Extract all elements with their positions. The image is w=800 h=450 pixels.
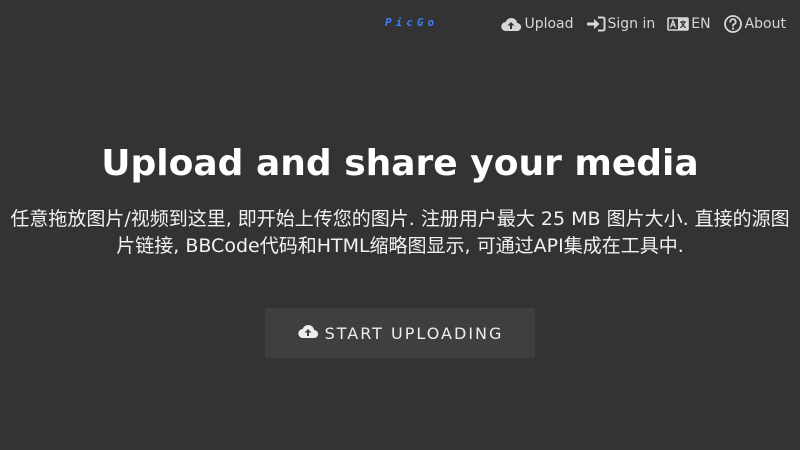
question-circle-icon [723, 14, 743, 34]
nav-about[interactable]: About [723, 14, 786, 34]
nav-upload-label: Upload [524, 16, 574, 32]
language-icon [667, 17, 690, 31]
nav-language[interactable]: EN [667, 16, 711, 32]
start-uploading-button[interactable]: START UPLOADING [265, 308, 535, 358]
logo[interactable]: PicGo [385, 16, 438, 29]
nav-signin-label: Sign in [607, 16, 656, 32]
nav-about-label: About [744, 16, 786, 32]
nav-upload[interactable]: Upload [500, 16, 574, 32]
top-nav: Upload Sign in EN About [500, 14, 786, 34]
hero-description: 任意拖放图片/视频到这里, 即开始上传您的图片. 注册用户最大 25 MB 图片… [10, 208, 790, 257]
sign-in-icon [586, 16, 606, 32]
top-bar: PicGo Upload Sign in EN About [0, 0, 800, 48]
cloud-upload-icon [500, 16, 522, 32]
page: PicGo Upload Sign in EN About Upload and… [0, 0, 800, 450]
cloud-upload-icon [297, 323, 319, 343]
hero-title: Upload and share your media [101, 143, 699, 184]
nav-signin[interactable]: Sign in [586, 16, 656, 32]
hero: Upload and share your media 任意拖放图片/视频到这里… [0, 142, 800, 260]
nav-language-label: EN [691, 16, 711, 32]
start-uploading-label: START UPLOADING [324, 323, 504, 343]
